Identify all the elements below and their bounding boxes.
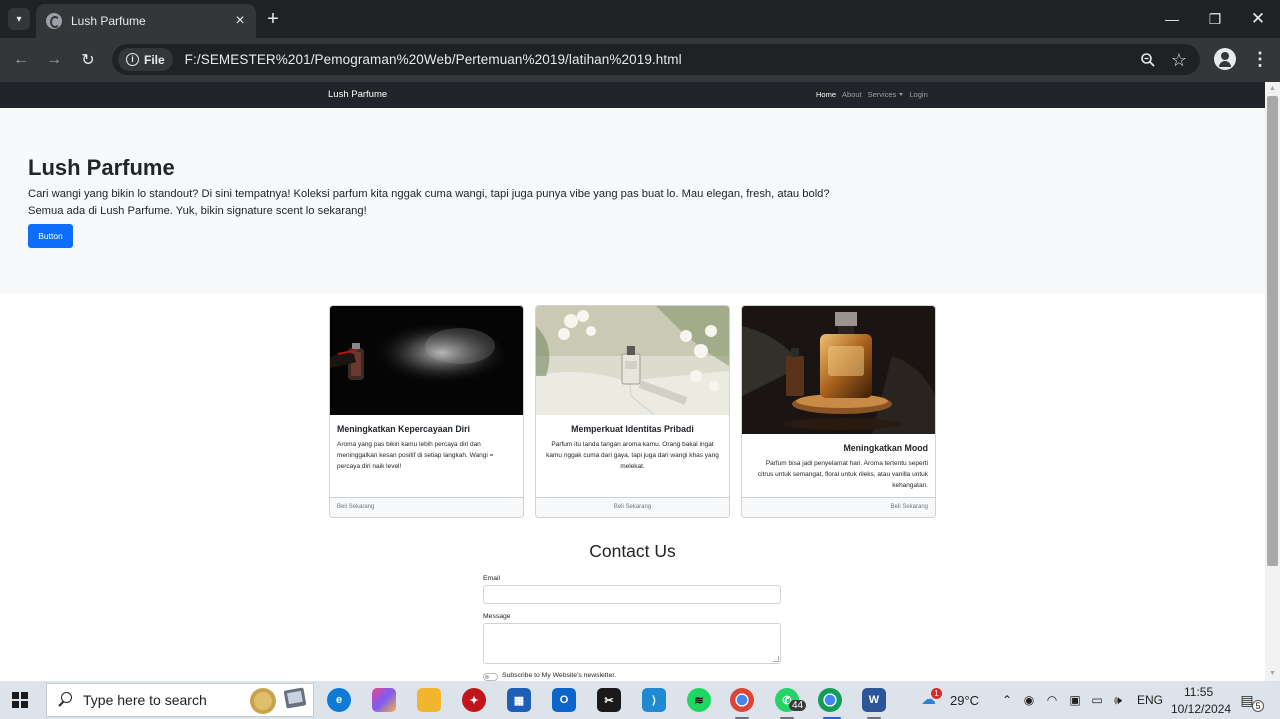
new-tab-plus-icon[interactable]: + <box>262 8 284 30</box>
card-text: Parfum itu tanda tangan aroma kamu. Oran… <box>546 441 719 470</box>
nav-about[interactable]: About <box>842 90 862 99</box>
copilot-icon[interactable] <box>372 688 396 712</box>
profile-avatar-icon[interactable] <box>1214 48 1236 70</box>
game-app-icon[interactable]: ✦ <box>462 688 486 712</box>
chrome-active-icon[interactable] <box>818 688 842 712</box>
browser-tab[interactable]: Lush Parfume × <box>36 4 256 38</box>
navbar-links: Home About Services Login <box>816 90 928 99</box>
card-title: Meningkatkan Mood <box>843 443 928 453</box>
weather-badge: 1 <box>931 688 942 699</box>
card-footer[interactable]: Beli Sekarang <box>536 497 729 517</box>
card-title: Memperkuat Identitas Pribadi <box>571 424 694 434</box>
card-footer[interactable]: Beli Sekarang <box>742 497 935 517</box>
site-info-label: File <box>144 52 165 67</box>
contact-title: Contact Us <box>589 541 676 561</box>
word-icon[interactable]: W <box>862 688 886 712</box>
clock-time[interactable]: 11:55 <box>1184 685 1213 699</box>
outlook-icon[interactable]: O <box>552 688 576 712</box>
card-identity: Memperkuat Identitas Pribadi Parfum itu … <box>535 305 730 518</box>
perfume-spray-image <box>330 306 523 415</box>
spotify-icon[interactable]: ≋ <box>687 688 711 712</box>
message-label: Message <box>483 613 511 620</box>
chrome-icon[interactable] <box>730 688 754 712</box>
clock-date[interactable]: 10/12/2024 <box>1171 702 1231 716</box>
card-text: Aroma yang pas bikin kamu lebih percaya … <box>337 441 494 470</box>
card-text: Parfum bisa jadi penyelamat hari. Aroma … <box>757 460 928 489</box>
perfume-flowers-image <box>536 306 729 415</box>
hero-jumbotron: Lush Parfume Cari wangi yang bikin lo st… <box>0 108 1265 294</box>
notification-count: 5 <box>1252 700 1264 712</box>
microsoft-store-icon[interactable]: ▦ <box>507 688 531 712</box>
page-viewport: Lush Parfume Home About Services Login L… <box>0 82 1265 681</box>
email-field[interactable] <box>483 585 781 604</box>
card-title: Meningkatkan Kepercayaan Diri <box>337 424 470 434</box>
file-explorer-icon[interactable] <box>417 688 441 712</box>
subscribe-toggle[interactable] <box>483 673 498 681</box>
windows-start-icon[interactable] <box>12 692 28 708</box>
window-close-icon[interactable]: ✕ <box>1238 6 1278 32</box>
email-label: Email <box>483 575 500 582</box>
card-mood: Meningkatkan Mood Parfum bisa jadi penye… <box>741 305 936 518</box>
card-body: Memperkuat Identitas Pribadi Parfum itu … <box>536 415 729 472</box>
speaker-icon[interactable]: 🕪 <box>1111 693 1125 707</box>
hero-title: Lush Parfume <box>28 155 175 180</box>
close-icon[interactable]: × <box>232 13 248 29</box>
taskbar-search-box[interactable]: Type here to search <box>46 683 314 717</box>
perfume-bottle-image <box>742 306 935 434</box>
search-icon <box>57 692 73 708</box>
site-navbar: Lush Parfume Home About Services Login <box>0 82 1265 108</box>
minimize-icon[interactable]: — <box>1152 6 1192 32</box>
zoom-magnifier-icon[interactable] <box>1137 49 1159 71</box>
device-icon[interactable]: ▣ <box>1068 693 1082 707</box>
temperature[interactable]: 29°C <box>950 693 979 708</box>
url-text[interactable]: F:/SEMESTER%201/Pemograman%20Web/Pertemu… <box>185 52 682 67</box>
battery-icon[interactable]: ▭ <box>1090 693 1104 707</box>
forward-arrow-icon[interactable]: → <box>41 47 67 73</box>
search-highlight-image <box>250 687 307 714</box>
hero-description: Cari wangi yang bikin lo standout? Di si… <box>28 188 830 217</box>
address-bar[interactable]: i File F:/SEMESTER%201/Pemograman%20Web/… <box>112 44 1200 75</box>
browser-toolbar: ← → ↻ i File F:/SEMESTER%201/Pemograman%… <box>0 38 1280 82</box>
record-icon[interactable]: ◉ <box>1022 693 1036 707</box>
hero-button[interactable]: Button <box>28 224 73 248</box>
reload-icon[interactable]: ↻ <box>75 47 101 73</box>
tab-search-chevron-icon[interactable]: ▾ <box>8 8 30 30</box>
caret-down-icon <box>899 93 904 96</box>
capcut-icon[interactable]: ✂ <box>597 688 621 712</box>
tab-title: Lush Parfume <box>71 14 146 28</box>
navbar-brand[interactable]: Lush Parfume <box>328 89 387 100</box>
subscribe-label: Subscribe to My Website's newsletter. <box>502 672 617 679</box>
site-info-chip[interactable]: i File <box>118 48 173 71</box>
chevron-up-icon[interactable]: ⌃ <box>1000 693 1014 707</box>
scroll-up-arrow-icon[interactable]: ▲ <box>1268 84 1277 93</box>
page-scrollbar[interactable]: ▲ ▼ <box>1265 82 1280 681</box>
more-menu-icon[interactable]: ⋮ <box>1250 48 1270 70</box>
nav-login[interactable]: Login <box>909 90 927 99</box>
language-indicator[interactable]: ENG <box>1137 693 1163 707</box>
card-footer[interactable]: Beli Sekarang <box>330 497 523 517</box>
back-arrow-icon[interactable]: ← <box>8 47 34 73</box>
nav-services-dropdown[interactable]: Services <box>868 90 904 99</box>
message-textarea[interactable] <box>483 623 781 664</box>
card-confidence: Meningkatkan Kepercayaan Diri Aroma yang… <box>329 305 524 518</box>
restore-icon[interactable]: ❐ <box>1195 6 1235 32</box>
edge-icon[interactable]: e <box>327 688 351 712</box>
info-icon: i <box>126 53 139 66</box>
wifi-icon[interactable]: ◠ <box>1045 693 1059 707</box>
bookmark-star-icon[interactable]: ☆ <box>1168 49 1190 71</box>
vscode-icon[interactable]: ⟩ <box>642 688 666 712</box>
scroll-thumb[interactable] <box>1267 96 1278 566</box>
globe-icon <box>46 13 62 29</box>
scroll-down-arrow-icon[interactable]: ▼ <box>1268 669 1277 678</box>
windows-taskbar: Type here to search e ✦ ▦ O ✂ ⟩ ≋ ✆ 44 W… <box>0 681 1280 719</box>
nav-home[interactable]: Home <box>816 90 836 99</box>
whatsapp-badge: 44 <box>789 700 807 711</box>
taskbar-search-placeholder: Type here to search <box>83 692 207 708</box>
card-body: Meningkatkan Mood Parfum bisa jadi penye… <box>742 434 935 491</box>
card-body: Meningkatkan Kepercayaan Diri Aroma yang… <box>330 415 523 472</box>
browser-tab-bar: ▾ Lush Parfume × + — ❐ ✕ <box>0 0 1280 38</box>
resize-grip-icon[interactable] <box>773 656 779 662</box>
